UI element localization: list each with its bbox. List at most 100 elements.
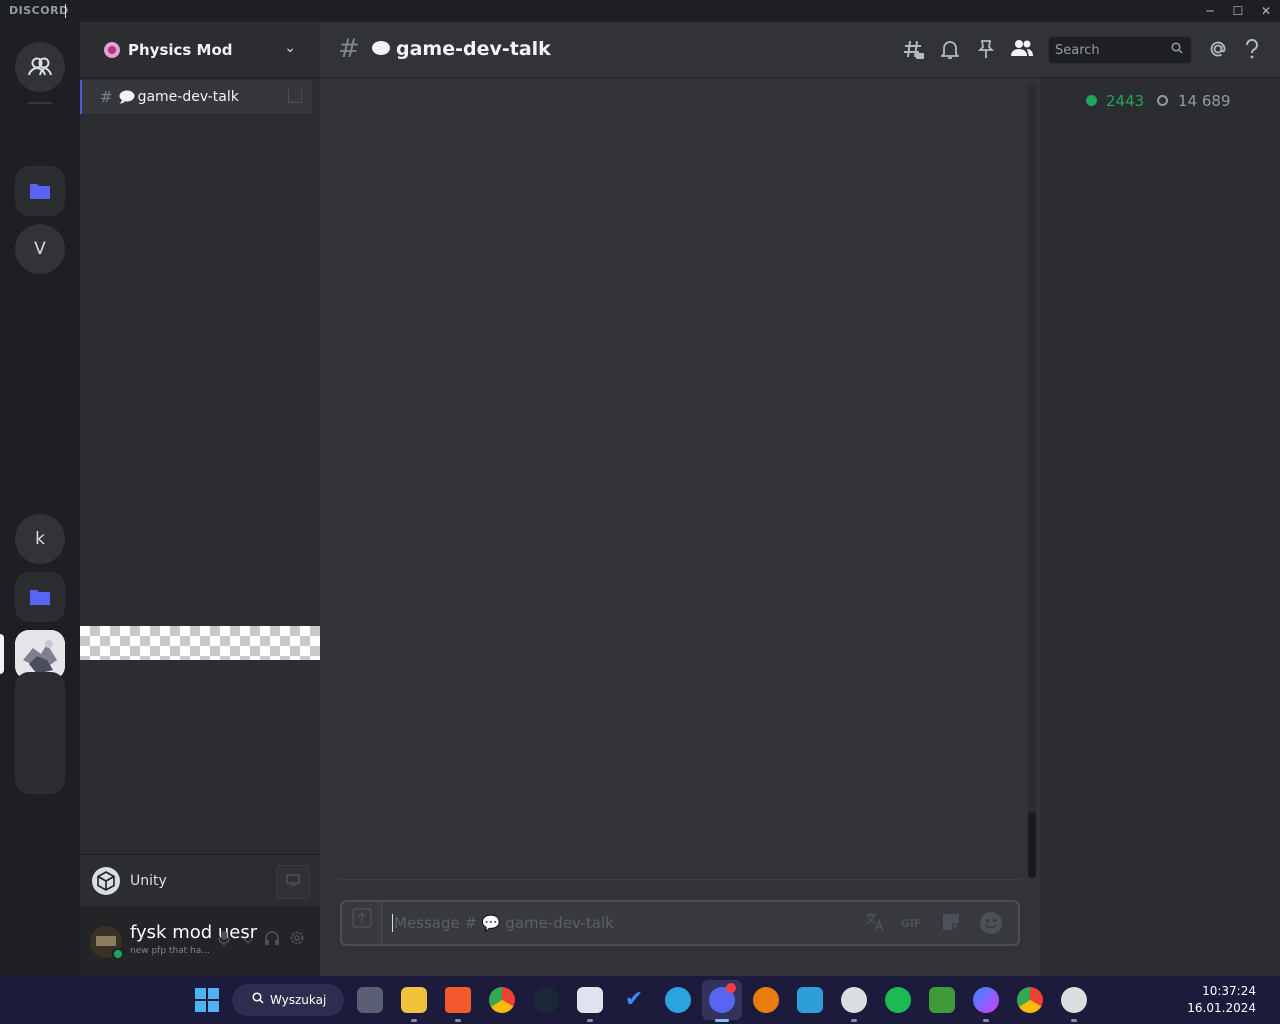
threads-icon[interactable] <box>902 39 926 63</box>
running-indicator <box>455 1019 461 1022</box>
gif-button[interactable]: GIF <box>898 911 924 937</box>
taskbar-search-label: Wyszukaj <box>270 993 327 1007</box>
activity-label: Unity <box>130 872 167 889</box>
screen-icon <box>286 874 300 886</box>
notion-icon[interactable] <box>797 987 823 1013</box>
members-dot-icon <box>1157 95 1168 106</box>
mic-dropdown-icon[interactable] <box>236 930 260 954</box>
chat-header: # game-dev-talk Search <box>320 22 1280 78</box>
message-input-placeholder[interactable]: Message # 💬 game-dev-talk <box>394 914 614 932</box>
translate-icon[interactable] <box>862 911 888 937</box>
member-list-icon[interactable] <box>1010 39 1034 63</box>
sticker-icon[interactable] <box>938 911 964 937</box>
selected-server-pill <box>0 634 4 674</box>
blender-icon[interactable] <box>753 987 779 1013</box>
composer-divider <box>340 879 1020 880</box>
member-panel: 2443 14 689 <box>1040 78 1280 976</box>
unity-hub-icon[interactable] <box>841 987 867 1013</box>
transparent-placeholder <box>80 626 320 660</box>
taskbar: Wyszukaj ✔ 10:37:24 16.01.2024 <box>0 976 1280 1024</box>
text-cursor <box>392 914 393 932</box>
settings-gear-icon[interactable] <box>285 930 309 954</box>
running-indicator <box>983 1019 989 1022</box>
pin-icon[interactable] <box>974 39 998 63</box>
message-scrollbar-thumb[interactable] <box>1028 812 1036 878</box>
taskbar-search[interactable]: Wyszukaj <box>232 984 344 1016</box>
server-v[interactable]: V <box>15 224 65 274</box>
search-icon <box>252 992 264 1008</box>
server-rail: V k <box>0 22 80 976</box>
online-status-icon <box>112 948 124 960</box>
running-indicator <box>587 1019 593 1022</box>
folder-icon <box>30 590 50 605</box>
guild-badge-icon <box>104 41 120 58</box>
emoji-icon[interactable] <box>978 911 1004 937</box>
server-k[interactable]: k <box>15 514 65 564</box>
guild-name: Physics Mod <box>128 40 233 59</box>
paint-icon[interactable] <box>577 987 603 1013</box>
messenger-icon[interactable] <box>973 987 999 1013</box>
telegram-icon[interactable] <box>665 987 691 1013</box>
unity-icon <box>92 866 120 895</box>
todo-icon[interactable]: ✔ <box>621 987 647 1013</box>
search-placeholder: Search <box>1055 43 1100 58</box>
upload-button[interactable] <box>342 902 382 944</box>
chat-area: # game-dev-talk Search Message # 💬 game-… <box>320 22 1280 976</box>
minimize-button[interactable]: ─ <box>1196 0 1224 22</box>
search-icon <box>1171 42 1183 58</box>
speech-bubble-icon <box>119 90 135 104</box>
channel-game-dev-talk[interactable]: # game-dev-talk <box>80 80 312 114</box>
spotify-icon[interactable] <box>885 987 911 1013</box>
channel-name: game-dev-talk <box>137 89 239 105</box>
text-caret <box>65 4 66 18</box>
guild-header[interactable]: Physics Mod ⌄ <box>80 22 320 78</box>
channel-hash-icon: # <box>338 34 360 64</box>
online-count: 2443 <box>1106 92 1145 110</box>
clock-time[interactable]: 10:37:24 <box>1202 984 1256 998</box>
help-icon[interactable] <box>1240 38 1264 63</box>
server-folder-2[interactable] <box>15 572 65 622</box>
minecraft-icon[interactable] <box>929 987 955 1013</box>
headphones-icon[interactable] <box>260 930 284 954</box>
member-count: 14 689 <box>1178 92 1231 110</box>
user-status-text: new pfp that ha... <box>130 946 210 956</box>
running-indicator <box>851 1019 857 1022</box>
message-scrollbar-track[interactable] <box>1028 82 1036 878</box>
online-dot-icon <box>1086 95 1097 106</box>
hash-icon: # <box>100 88 113 106</box>
server-folder[interactable] <box>15 166 65 216</box>
notification-bell-icon[interactable] <box>938 39 962 63</box>
file-explorer-icon[interactable] <box>401 987 427 1013</box>
task-view-icon[interactable] <box>357 987 383 1013</box>
upload-icon <box>351 908 372 928</box>
channel-sidebar: Physics Mod ⌄ # game-dev-talk Unity fysk… <box>80 22 320 976</box>
chevron-down-icon: ⌄ <box>284 40 296 56</box>
unity-icon[interactable] <box>1061 987 1087 1013</box>
title-bar: DISCORD ─ ☐ ✕ <box>0 0 1280 22</box>
direct-messages-button[interactable] <box>15 42 65 92</box>
close-button[interactable]: ✕ <box>1252 0 1280 22</box>
server-folder-expanded[interactable] <box>15 672 65 794</box>
maximize-button[interactable]: ☐ <box>1224 0 1252 22</box>
channel-title: game-dev-talk <box>396 38 551 60</box>
steam-icon[interactable] <box>533 987 559 1013</box>
running-indicator <box>1071 1019 1077 1022</box>
windows-start-icon[interactable] <box>195 988 219 1012</box>
folder-icon <box>30 184 50 199</box>
search-input[interactable]: Search <box>1048 36 1192 64</box>
mic-icon[interactable] <box>212 930 236 954</box>
brave-icon[interactable] <box>445 987 471 1013</box>
chrome-icon[interactable] <box>489 987 515 1013</box>
chrome-icon-2[interactable] <box>1017 987 1043 1013</box>
speech-bubble-icon <box>372 41 390 55</box>
user-panel: fysk mod uesr new pfp that ha... <box>80 906 320 976</box>
rail-separator <box>28 102 52 104</box>
people-icon <box>28 57 52 76</box>
invite-icon[interactable] <box>288 89 302 103</box>
running-indicator <box>411 1019 417 1022</box>
mentions-icon[interactable] <box>1206 39 1230 63</box>
message-composer[interactable]: Message # 💬 game-dev-talk GIF <box>340 900 1020 946</box>
notification-badge-icon <box>726 983 736 993</box>
activity-action-button[interactable] <box>276 865 310 899</box>
clock-date[interactable]: 16.01.2024 <box>1187 1001 1256 1015</box>
